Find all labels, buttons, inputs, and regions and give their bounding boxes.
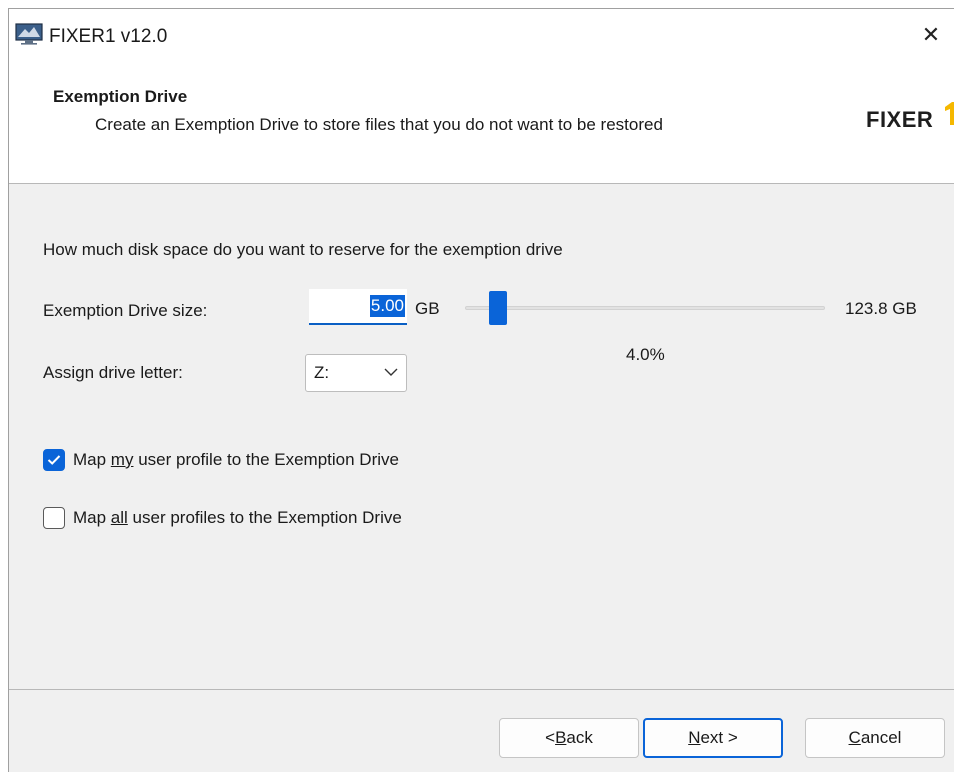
number-one-icon [945, 102, 954, 125]
option-text: user profiles to the Exemption Drive [127, 508, 402, 527]
size-input[interactable]: 5.00 [309, 289, 407, 325]
mnemonic-text: all [110, 508, 128, 527]
wizard-header: Exemption Drive Create an Exemption Driv… [9, 65, 954, 184]
percent-label: 4.0% [626, 345, 665, 364]
button-text: ack [566, 728, 593, 747]
question-text: How much disk space do you want to reser… [43, 240, 563, 259]
button-text: ancel [860, 728, 902, 747]
mnemonic-text: my [110, 450, 134, 469]
mnemonic-text: N [688, 728, 701, 747]
drive-letter-value: Z: [314, 363, 330, 382]
mnemonic-text: B [555, 728, 567, 747]
fixer-logo: FIXER [866, 102, 954, 143]
button-text: ext > [700, 728, 738, 747]
back-button[interactable]: < Back [499, 718, 639, 758]
mnemonic-text: C [848, 728, 861, 747]
drive-letter-label: Assign drive letter: [43, 363, 183, 382]
map-all-profiles-checkbox[interactable] [43, 507, 65, 529]
size-unit: GB [415, 299, 440, 318]
map-all-profiles-option[interactable]: Map all user profiles to the Exemption D… [43, 507, 402, 529]
button-text: < [545, 728, 556, 747]
option-text: user profile to the Exemption Drive [133, 450, 399, 469]
page-title: Exemption Drive [53, 87, 188, 106]
option-text: Map [73, 508, 111, 527]
size-value: 5.00 [369, 295, 405, 317]
slider-track [465, 306, 825, 310]
wizard-window: FIXER1 v12.0 ✕ Exemption Drive Create an… [8, 8, 954, 772]
logo-text: FIXER [866, 107, 934, 132]
map-all-profiles-label: Map all user profiles to the Exemption D… [73, 508, 402, 528]
wizard-footer: < Back Next > Cancel [9, 689, 954, 772]
chevron-down-icon [384, 368, 398, 376]
map-my-profile-checkbox[interactable] [43, 449, 65, 471]
title-bar: FIXER1 v12.0 ✕ [9, 9, 954, 65]
close-button[interactable]: ✕ [912, 19, 950, 51]
wizard-body: How much disk space do you want to reser… [9, 185, 954, 689]
slider-thumb[interactable] [489, 291, 507, 325]
map-my-profile-label: Map my user profile to the Exemption Dri… [73, 450, 399, 470]
close-icon: ✕ [921, 22, 941, 47]
window-title: FIXER1 v12.0 [49, 26, 168, 47]
map-my-profile-option[interactable]: Map my user profile to the Exemption Dri… [43, 449, 399, 471]
page-subtitle: Create an Exemption Drive to store files… [95, 115, 663, 134]
cancel-button[interactable]: Cancel [805, 718, 945, 758]
max-size-label: 123.8 GB [845, 299, 917, 318]
size-label: Exemption Drive size: [43, 301, 208, 320]
option-text: Map [73, 450, 111, 469]
drive-letter-select[interactable]: Z: [305, 354, 407, 392]
next-button[interactable]: Next > [643, 718, 783, 758]
checkmark-icon [47, 455, 61, 465]
monitor-icon [15, 23, 43, 45]
size-slider[interactable] [465, 291, 825, 325]
